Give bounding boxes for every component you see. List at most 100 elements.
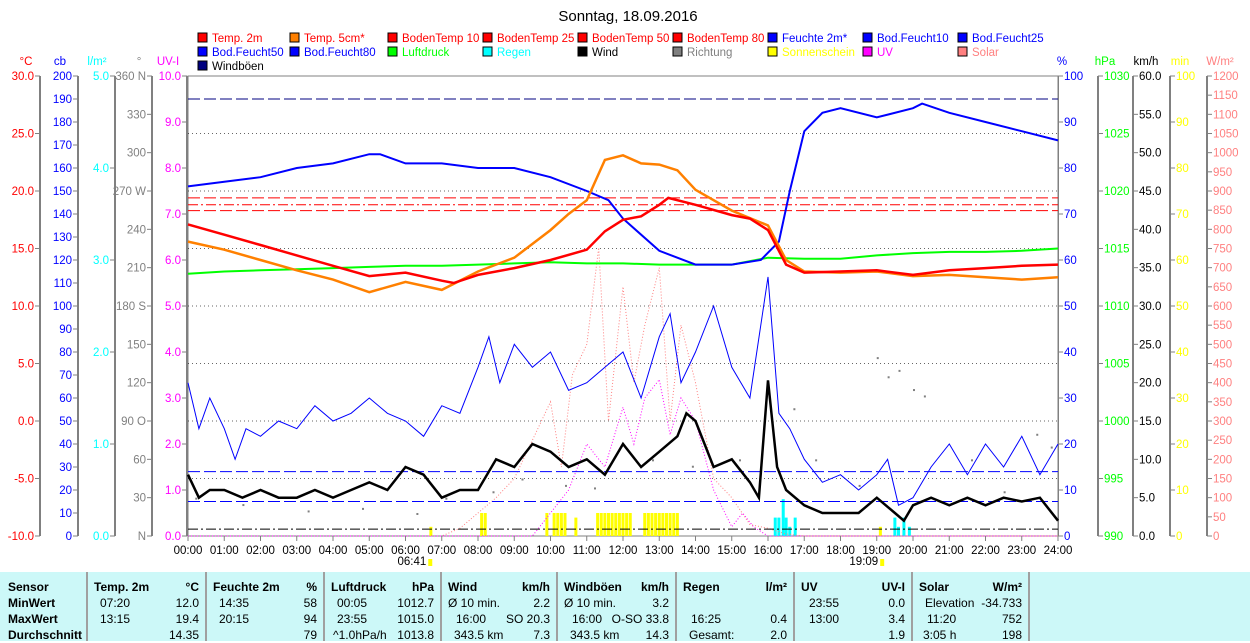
cb-tick-label: 90 [59, 324, 72, 336]
press-tick-label: 995 [1104, 474, 1123, 486]
legend-label: Feuchte 2m* [782, 33, 848, 45]
cb-tick-label: 110 [54, 278, 72, 290]
legend-swatch [197, 60, 208, 71]
uv-tick-label: 9.0 [165, 117, 181, 129]
cb-tick-label: 160 [53, 163, 72, 175]
solar-tick-label: 100 [1213, 493, 1232, 505]
stats-hum-time: 14:35 [219, 596, 250, 610]
legend-label: Windböen [212, 61, 264, 73]
wind-tick-label: 25.0 [1139, 339, 1161, 351]
legend-swatch [862, 32, 873, 43]
press-tick-label: 1025 [1104, 129, 1130, 141]
x-tick-label: 14:00 [681, 545, 710, 557]
stats-hum-time: 20:15 [219, 612, 250, 626]
solar-tick-label: 150 [1213, 474, 1232, 486]
sunshine-bar [661, 513, 665, 536]
stats-unit-wind: km/h [521, 580, 550, 594]
wind-tick-label: 35.0 [1139, 263, 1161, 275]
direction-point [594, 487, 596, 490]
statistics-table: Sensor MinWert MaxWert Durchschnitt Temp. 2m… [0, 572, 1250, 642]
sunshine-bar [878, 526, 882, 536]
legend-label: Sonnenschein [782, 47, 855, 59]
legend-label: Temp. 5cm* [304, 33, 365, 45]
cb-axis-title: cb [54, 56, 66, 68]
wind-axis-title: km/h [1134, 56, 1159, 68]
stats-sensor-column: Sensor MinWert MaxWert Durchschnitt [0, 572, 88, 642]
legend: Temp. 2m Temp. 5cm* BodenTemp 10 BodenTemp … [197, 32, 1044, 73]
sunshine-bar [646, 513, 650, 536]
sunshine-bar [617, 513, 621, 536]
cb-tick-label: 70 [59, 370, 72, 382]
x-tick-label: 11:00 [573, 545, 601, 557]
direction-point [887, 376, 890, 379]
wind-tick-label: 60.0 [1139, 71, 1161, 83]
rain-tick-label: 4.0 [93, 163, 109, 175]
press-tick-label: 1030 [1104, 71, 1130, 83]
direction-point [521, 478, 524, 481]
rain-bar [793, 517, 797, 536]
hum-tick-label: 100 [1064, 71, 1083, 83]
stats-wind-column: Wind km/h Ø 10 min. 2.2 16:00 SO 20.3 343.5 km… [442, 572, 558, 642]
stats-unit-rain: l/m² [765, 580, 787, 594]
legend-swatch [387, 46, 398, 57]
x-tick-label: 09:00 [500, 545, 529, 557]
uv-tick-label: 0.0 [165, 531, 181, 543]
uv-tick-label: 4.0 [165, 347, 181, 359]
sun-tick-label: 80 [1176, 163, 1189, 175]
stats-unit-hum: % [306, 580, 317, 594]
direction-point [898, 369, 901, 372]
uv-tick-label: 10.0 [159, 71, 181, 83]
x-tick-label: 12:00 [609, 545, 638, 557]
stats-header-rain: Regen [683, 580, 720, 594]
solar-tick-label: 350 [1213, 397, 1232, 409]
x-tick-label: 23:00 [1007, 545, 1036, 557]
direction-point [242, 504, 245, 507]
solar-tick-label: 1150 [1213, 90, 1238, 102]
x-tick-label: 15:00 [717, 545, 746, 557]
legend-swatch [767, 46, 778, 57]
sunshine-bar [599, 513, 603, 536]
hum-tick-label: 40 [1064, 347, 1077, 359]
legend-label: Bod.Feucht10 [877, 33, 949, 45]
uv-tick-label: 1.0 [165, 485, 181, 497]
legend-swatch [289, 32, 300, 43]
wind-tick-label: 20.0 [1139, 378, 1161, 390]
solar-tick-label: 1100 [1213, 109, 1238, 121]
solar-axis-title: W/m² [1206, 56, 1234, 68]
rain-bar [893, 517, 897, 536]
x-tick-label: 07:00 [427, 545, 456, 557]
dir-tick-label: 270 W [113, 186, 146, 198]
sunshine-bar [556, 513, 560, 536]
legend-label: BodenTemp 10 [402, 33, 479, 45]
legend-swatch [387, 32, 398, 43]
temp-tick-label: 0.0 [18, 416, 34, 428]
uv-tick-label: 6.0 [165, 255, 181, 267]
dir-tick-label: 240 [127, 224, 146, 236]
legend-label: Temp. 2m [212, 33, 263, 45]
legend-label: Bod.Feucht80 [304, 47, 376, 59]
solar-tick-label: 550 [1213, 320, 1232, 332]
sun-tick-label: 0 [1176, 531, 1182, 543]
solar-tick-label: 1000 [1213, 148, 1239, 160]
legend-swatch [289, 46, 300, 57]
dir-tick-label: N [138, 531, 146, 543]
stats-row-label: MinWert [8, 596, 56, 610]
cb-tick-label: 0 [66, 531, 72, 543]
x-tick-label: 22:00 [971, 545, 1000, 557]
stats-hum-value: 94 [303, 612, 317, 626]
legend-swatch [672, 46, 683, 57]
uv-tick-label: 8.0 [165, 163, 181, 175]
cb-tick-label: 170 [53, 140, 72, 152]
dir-tick-label: 150 [127, 339, 146, 351]
legend-label: Bod.Feucht25 [972, 33, 1044, 45]
cb-tick-label: 100 [53, 301, 72, 313]
legend-swatch [482, 46, 493, 57]
direction-point [362, 507, 364, 510]
x-axis: 00:00 01:00 02:00 03:00 04:00 05:00 06:00 07:00… [174, 536, 1072, 568]
hum-tick-label: 60 [1064, 255, 1077, 267]
stats-temp-time: 07:20 [100, 596, 131, 610]
x-tick-label: 20:00 [899, 545, 928, 557]
x-tick-label: 05:00 [355, 545, 384, 557]
stats-uv-column: UV UV-I 23:55 0.0 13:00 3.4 1.9 [795, 572, 913, 642]
legend-label: BodenTemp 80 [687, 33, 764, 45]
